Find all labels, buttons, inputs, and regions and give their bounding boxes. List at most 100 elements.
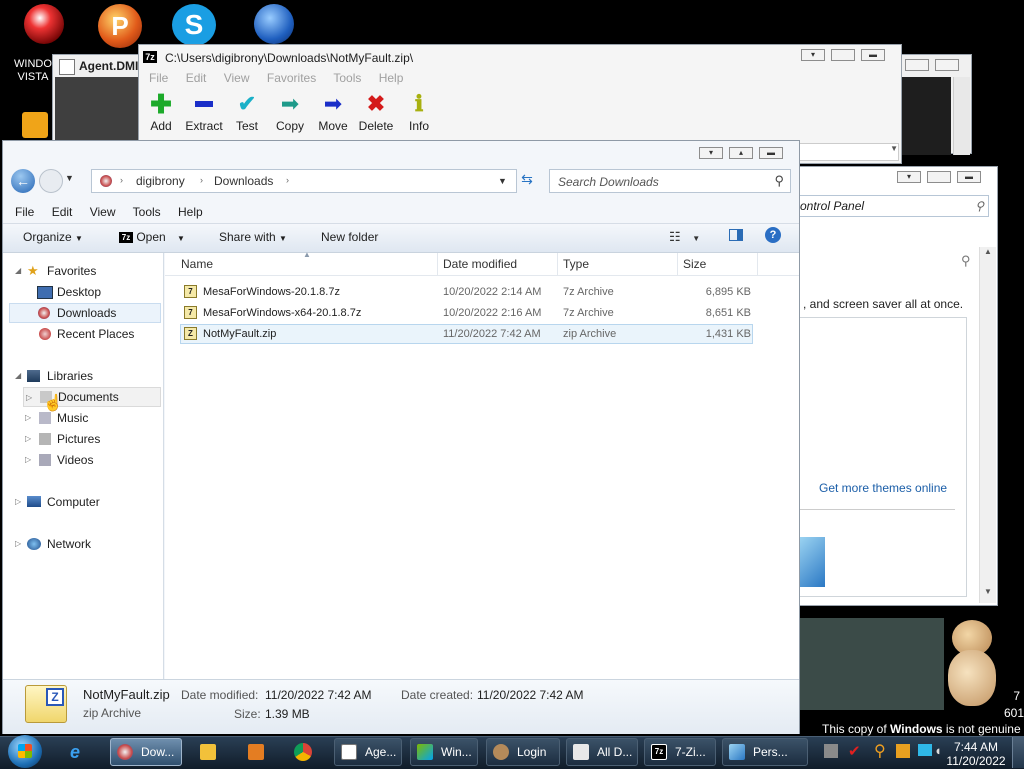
explorer-close-button[interactable]: ▬ — [759, 147, 783, 159]
7zip-info-button[interactable]: ℹ Info — [394, 91, 444, 133]
file-row[interactable]: 7 MesaForWindows-x64-20.1.8.7z 10/20/202… — [180, 303, 753, 323]
file-row[interactable]: 7 MesaForWindows-20.1.8.7z 10/20/2022 2:… — [180, 282, 753, 302]
media-player-icon[interactable] — [200, 744, 216, 760]
taskbar-all-documents-button[interactable]: All D... — [566, 738, 638, 766]
search-icon: ⚲ — [774, 173, 784, 188]
tray-volume-icon[interactable]: ◖ — [934, 743, 942, 758]
column-header-size[interactable]: Size — [683, 257, 706, 271]
preview-pane-icon — [737, 230, 742, 240]
taskbar-clock[interactable]: 7:44 AM 11/20/2022 — [944, 740, 1008, 768]
downloads-icon — [38, 307, 50, 319]
start-button[interactable] — [8, 735, 42, 768]
desktop-icon-vista[interactable] — [14, 4, 74, 52]
column-header-date[interactable]: Date modified — [443, 257, 517, 271]
preview-pane-button[interactable] — [729, 229, 743, 241]
menu-help[interactable]: Help — [178, 205, 203, 219]
agent-minimize-button[interactable] — [905, 59, 929, 71]
nav-downloads[interactable]: Downloads — [9, 303, 161, 323]
agent-scrollbar[interactable] — [953, 77, 970, 155]
menu-view[interactable]: View — [90, 205, 116, 219]
taskbar-7zip-button[interactable]: 7z 7-Zi... — [644, 738, 716, 766]
breadcrumb-downloads[interactable]: Downloads — [214, 174, 273, 188]
forward-button[interactable] — [39, 169, 63, 193]
column-header-name[interactable]: Name — [181, 257, 213, 271]
back-button[interactable]: ← — [11, 169, 35, 193]
7zip-close-button[interactable]: ▬ — [861, 49, 885, 61]
nav-libraries[interactable]: ◢ Libraries — [3, 366, 163, 386]
7zip-maximize-button[interactable] — [831, 49, 855, 61]
cp-minimize-button[interactable]: ▾ — [897, 171, 921, 183]
chrome-icon[interactable] — [294, 743, 312, 761]
share-with-button[interactable]: Share with ▼ — [219, 230, 287, 244]
file-row-selected[interactable]: Z NotMyFault.zip 11/20/2022 7:42 AM zip … — [180, 324, 753, 344]
control-panel-window[interactable]: ▾ ▬ ontrol Panel ⚲ ▲ ▼ ⚲ , and screen sa… — [796, 166, 998, 606]
7zip-minimize-button[interactable]: ▾ — [801, 49, 825, 61]
file-type: 7z Archive — [563, 286, 614, 298]
cp-help-icon[interactable]: ⚲ — [961, 253, 971, 269]
cp-search-box[interactable]: ontrol Panel ⚲ — [797, 195, 989, 217]
desktop-icon-orange[interactable] — [22, 112, 48, 138]
explorer-maximize-button[interactable]: ▴ — [729, 147, 753, 159]
taskbar-login-button[interactable]: Login — [486, 738, 560, 766]
agent-maximize-button[interactable] — [935, 59, 959, 71]
help-button[interactable]: ? — [765, 227, 781, 243]
cp-scrollbar[interactable]: ▲ ▼ — [979, 247, 996, 603]
nav-recent-places[interactable]: Recent Places — [3, 324, 163, 344]
column-divider[interactable] — [677, 253, 678, 275]
7zip-address-dropdown[interactable]: ▼ — [799, 143, 899, 161]
7zip-menu-help[interactable]: Help — [379, 71, 404, 85]
nav-desktop[interactable]: Desktop — [3, 282, 163, 302]
nav-videos[interactable]: ▷ Videos — [3, 450, 163, 470]
new-folder-button[interactable]: New folder — [321, 230, 378, 244]
tray-app-icon[interactable] — [824, 744, 838, 758]
7zip-menu-favorites[interactable]: Favorites — [267, 71, 316, 85]
7zip-menu-edit[interactable]: Edit — [186, 71, 207, 85]
recent-pages-dropdown[interactable]: ▼ — [65, 173, 74, 183]
mouse-pointer-icon: ☝ — [43, 395, 63, 412]
nav-computer[interactable]: ▷ Computer — [3, 492, 163, 512]
tray-network-icon[interactable] — [918, 744, 932, 756]
details-size-label: Size: — [234, 707, 261, 721]
paint-app-icon[interactable] — [248, 744, 264, 760]
taskbar-personalization-button[interactable]: Pers... — [722, 738, 808, 766]
column-divider[interactable] — [557, 253, 558, 275]
taskbar-agent-button[interactable]: Age... — [334, 738, 402, 766]
tray-search-icon[interactable]: ⚲ — [874, 741, 886, 761]
show-desktop-button[interactable] — [1012, 737, 1024, 768]
refresh-button[interactable]: ⇆ — [515, 171, 539, 191]
column-divider[interactable] — [437, 253, 438, 275]
cp-close-button[interactable]: ▬ — [957, 171, 981, 183]
star-icon: ★ — [27, 263, 39, 278]
breadcrumb-digibrony[interactable]: digibrony — [136, 174, 185, 188]
open-button[interactable]: 7z Open ▼ — [119, 230, 185, 244]
explorer-minimize-button[interactable]: ▾ — [699, 147, 723, 159]
skype-icon: S — [172, 4, 216, 46]
menu-tools[interactable]: Tools — [133, 205, 161, 219]
nav-music[interactable]: ▷ Music — [3, 408, 163, 428]
get-more-themes-link[interactable]: Get more themes online — [819, 481, 947, 495]
menu-file[interactable]: File — [15, 205, 34, 219]
nav-pictures[interactable]: ▷ Pictures — [3, 429, 163, 449]
search-downloads-input[interactable]: Search Downloads ⚲ — [549, 169, 791, 193]
address-dropdown-icon[interactable]: ▼ — [498, 176, 507, 186]
7zip-menu-file[interactable]: File — [149, 71, 168, 85]
tray-flag-icon[interactable] — [896, 744, 910, 758]
column-header-type[interactable]: Type — [563, 257, 589, 271]
ie-quicklaunch-icon[interactable]: e — [70, 742, 80, 763]
nav-network[interactable]: ▷ Network — [3, 534, 163, 554]
address-bar[interactable]: › digibrony › Downloads › ▼ — [91, 169, 517, 193]
cp-maximize-button[interactable] — [927, 171, 951, 183]
7zip-menu-tools[interactable]: Tools — [333, 71, 361, 85]
taskbar-explorer-button[interactable]: Dow... — [110, 738, 182, 766]
desktop-mascot[interactable] — [944, 614, 1006, 710]
tray-check-icon[interactable]: ✔ — [848, 742, 861, 760]
7zip-menu-view[interactable]: View — [224, 71, 250, 85]
change-view-button[interactable]: ☷ ▼ — [669, 229, 700, 245]
taskbar-windows-button[interactable]: Win... — [410, 738, 478, 766]
nav-favorites[interactable]: ◢ ★ Favorites — [3, 261, 163, 281]
organize-button[interactable]: Organize ▼ — [23, 230, 83, 244]
explorer-window[interactable]: ▾ ▴ ▬ ← ▼ › digibrony › Downloads › ▼ ⇆ … — [2, 140, 800, 734]
column-divider[interactable] — [757, 253, 758, 275]
document-window-icon — [573, 744, 589, 760]
menu-edit[interactable]: Edit — [52, 205, 73, 219]
